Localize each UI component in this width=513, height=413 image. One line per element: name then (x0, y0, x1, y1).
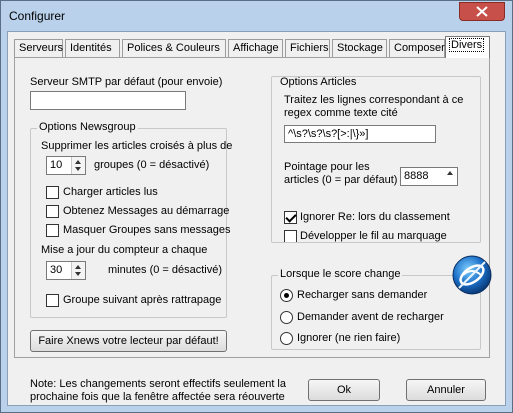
crosspost-label: Supprimer les articles croisés à plus de (41, 140, 233, 152)
quote-label: Traitez les lignes correspondant à ce re… (284, 94, 464, 119)
articles-legend: Options Articles (278, 76, 359, 88)
smtp-input[interactable] (30, 91, 186, 110)
demander-radio[interactable] (280, 311, 293, 324)
ignore-re-checkbox[interactable] (284, 211, 297, 224)
crosspost-spinner[interactable]: 10 (46, 156, 86, 175)
tab-affichage[interactable]: Affichage (228, 39, 283, 57)
score-group: Lorsque le score change Recharger sans d… (271, 268, 481, 350)
spin-up-icon[interactable] (75, 160, 81, 164)
spin-up-icon[interactable] (447, 171, 453, 175)
quote-regex-input[interactable]: ^\s?\s?\s?[>:|\}»] (284, 125, 436, 143)
tab-fichiers[interactable]: Fichiers (285, 39, 330, 57)
demander-label: Demander avent de recharger (297, 311, 444, 323)
cancel-button[interactable]: Annuler (406, 379, 486, 401)
counter-suffix: minutes (0 = désactivé) (108, 264, 223, 276)
tab-serveurs[interactable]: Serveurs (14, 39, 63, 57)
expand-thread-label: Développer le fil au marquage (300, 230, 447, 242)
counter-value: 30 (50, 264, 63, 276)
score-legend: Lorsque le score change (278, 268, 403, 280)
groupe-suivant-checkbox[interactable] (46, 294, 59, 307)
title-bar[interactable]: Configurer (1, 1, 512, 31)
spin-up-icon[interactable] (75, 265, 81, 269)
close-button[interactable] (459, 2, 505, 21)
ok-button[interactable]: Ok (308, 379, 380, 401)
counter-spin-arrows[interactable] (71, 262, 85, 279)
crosspost-suffix: groupes (0 = désactivé) (94, 159, 210, 171)
tab-stockage[interactable]: Stockage (332, 39, 387, 57)
wrap-label: Pointage pour les articles (0 = par défa… (284, 161, 398, 186)
spin-down-icon[interactable] (75, 272, 81, 276)
note-text: Note: Les changements seront effectifs s… (30, 378, 286, 403)
counter-spinner[interactable]: 30 (46, 261, 86, 280)
obtenez-messages-label: Obtenez Messages au démarrage (63, 205, 230, 217)
articles-group: Options Articles Traitez les lignes corr… (271, 76, 481, 243)
charger-articles-lus-label: Charger articles lus (63, 186, 158, 198)
wrap-spin-arrows[interactable] (444, 168, 457, 185)
default-reader-button[interactable]: Faire Xnews votre lecteur par défaut! (30, 330, 227, 352)
close-icon (476, 6, 488, 17)
expand-thread-checkbox[interactable] (284, 230, 297, 242)
crosspost-value: 10 (50, 159, 63, 171)
tab-composer[interactable]: Composer (389, 39, 445, 57)
charger-articles-lus-checkbox[interactable] (46, 186, 59, 199)
spin-down-icon[interactable] (75, 167, 81, 171)
wrap-value: 8888 (404, 170, 429, 182)
dialog-client: Serveurs Identités Polices & Couleurs Af… (7, 31, 506, 406)
tab-polices-couleurs[interactable]: Polices & Couleurs (122, 39, 226, 57)
masquer-groupes-checkbox[interactable] (46, 224, 59, 237)
wrap-spinner[interactable]: 8888 (400, 167, 458, 186)
tab-divers[interactable]: Divers (445, 36, 490, 58)
tab-identites[interactable]: Identités (65, 39, 120, 57)
configurer-window: Configurer Serveurs Identités Polices & … (0, 0, 513, 413)
obtenez-messages-checkbox[interactable] (46, 205, 59, 218)
crosspost-spin-arrows[interactable] (71, 157, 85, 174)
ignore-re-label: Ignorer Re: lors du classement (300, 211, 450, 223)
ignorer-radio[interactable] (280, 332, 293, 345)
groupe-suivant-label: Groupe suivant après rattrapage (63, 294, 222, 306)
divers-panel: Serveur SMTP par défaut (pour envoie) Op… (14, 57, 492, 358)
window-title: Configurer (9, 9, 66, 23)
xnews-logo-icon (452, 255, 492, 295)
recharger-radio[interactable] (280, 289, 293, 302)
recharger-label: Recharger sans demander (297, 289, 428, 301)
newsgroup-legend: Options Newsgroup (37, 121, 138, 133)
counter-label: Mise a jour du compteur a chaque (41, 244, 208, 256)
smtp-label: Serveur SMTP par défaut (pour envoie) (30, 76, 223, 88)
masquer-groupes-label: Masquer Groupes sans messages (63, 224, 231, 236)
ignorer-label: Ignorer (ne rien faire) (297, 332, 401, 344)
